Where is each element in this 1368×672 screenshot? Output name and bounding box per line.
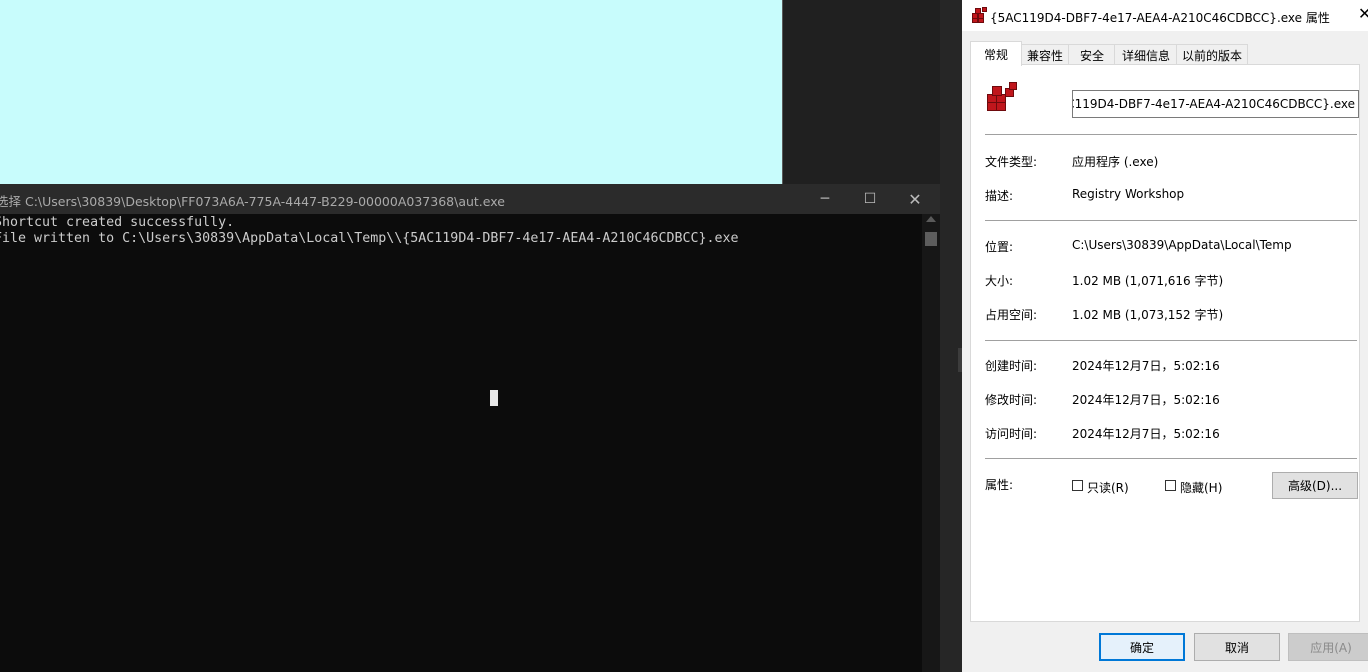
tab-previous-versions[interactable]: 以前的版本 (1176, 44, 1248, 65)
console-titlebar[interactable]: 选择 C:\Users\30839\Desktop\FF073A6A-775A-… (0, 184, 940, 214)
general-panel: {5AC119D4-DBF7-4e17-AEA4-A210C46CDBCC}.e… (970, 64, 1360, 622)
divider (985, 340, 1357, 341)
file-type-value: 应用程序 (.exe) (1072, 155, 1159, 169)
file-registry-icon (985, 82, 1019, 112)
file-name-input[interactable]: {5AC119D4-DBF7-4e17-AEA4-A210C46CDBCC}.e… (1072, 90, 1359, 118)
scroll-up-icon[interactable] (926, 216, 936, 222)
console-line: File written to C:\Users\30839\AppData\L… (0, 231, 739, 246)
tab-compatibility[interactable]: 兼容性 (1020, 44, 1070, 65)
location-value: C:\Users\30839\AppData\Local\Temp (1072, 238, 1292, 252)
accessed-label: 访问时间: (985, 427, 1038, 441)
disk-size-label: 占用空间: (985, 308, 1038, 322)
tab-details[interactable]: 详细信息 (1114, 44, 1178, 65)
maximize-icon: ☐ (863, 191, 877, 207)
file-type-label: 文件类型: (985, 155, 1038, 169)
desktop-gap (940, 0, 962, 672)
attributes-label: 属性: (985, 478, 1014, 492)
text-cursor (490, 390, 498, 406)
tab-general[interactable]: 常规 (970, 41, 1022, 66)
created-label: 创建时间: (985, 359, 1038, 373)
console-title: 选择 C:\Users\30839\Desktop\FF073A6A-775A-… (0, 194, 505, 209)
registry-cube-icon (970, 7, 988, 23)
dialog-titlebar[interactable]: {5AC119D4-DBF7-4e17-AEA4-A210C46CDBCC}.e… (962, 0, 1368, 31)
size-value: 1.02 MB (1,071,616 字节) (1072, 274, 1224, 288)
readonly-label[interactable]: 只读(R) (1087, 479, 1129, 496)
accessed-value: 2024年12月7日，5:02:16 (1072, 427, 1220, 441)
console-window[interactable]: 选择 C:\Users\30839\Desktop\FF073A6A-775A-… (0, 184, 940, 672)
readonly-checkbox[interactable] (1072, 480, 1083, 491)
minimize-icon: ─ (820, 191, 830, 207)
scroll-thumb[interactable] (925, 232, 937, 246)
modified-value: 2024年12月7日，5:02:16 (1072, 393, 1220, 407)
created-value: 2024年12月7日，5:02:16 (1072, 359, 1220, 373)
dialog-title: {5AC119D4-DBF7-4e17-AEA4-A210C46CDBCC}.e… (990, 11, 1330, 25)
size-label: 大小: (985, 274, 1014, 288)
maximize-button[interactable]: ☐ (847, 184, 893, 214)
properties-dialog[interactable]: {5AC119D4-DBF7-4e17-AEA4-A210C46CDBCC}.e… (962, 0, 1368, 672)
description-label: 描述: (985, 189, 1014, 203)
disk-size-value: 1.02 MB (1,073,152 字节) (1072, 308, 1224, 322)
modified-label: 修改时间: (985, 393, 1038, 407)
divider (985, 458, 1357, 459)
hidden-label[interactable]: 隐藏(H) (1180, 479, 1222, 496)
close-button[interactable]: ✕ (892, 184, 938, 214)
console-line: Shortcut created successfully. (0, 215, 235, 230)
close-icon: ✕ (908, 189, 922, 209)
file-name-value: {5AC119D4-DBF7-4e17-AEA4-A210C46CDBCC}.e… (1072, 97, 1355, 111)
tab-security[interactable]: 安全 (1068, 44, 1116, 65)
background-dark-window (783, 0, 940, 184)
background-cyan-window (0, 0, 783, 184)
minimize-button[interactable]: ─ (802, 184, 848, 214)
console-scrollbar[interactable] (922, 214, 940, 672)
description-value: Registry Workshop (1072, 187, 1185, 201)
ok-button[interactable]: 确定 (1099, 633, 1185, 661)
cancel-button[interactable]: 取消 (1194, 633, 1280, 661)
location-label: 位置: (985, 240, 1014, 254)
divider (985, 220, 1357, 221)
hidden-checkbox[interactable] (1165, 480, 1176, 491)
divider (985, 134, 1357, 135)
advanced-button[interactable]: 高级(D)... (1272, 472, 1358, 499)
apply-button[interactable]: 应用(A) (1288, 633, 1368, 661)
close-icon[interactable]: ✕ (1358, 4, 1368, 23)
console-output[interactable]: Shortcut created successfully. File writt… (0, 215, 919, 672)
